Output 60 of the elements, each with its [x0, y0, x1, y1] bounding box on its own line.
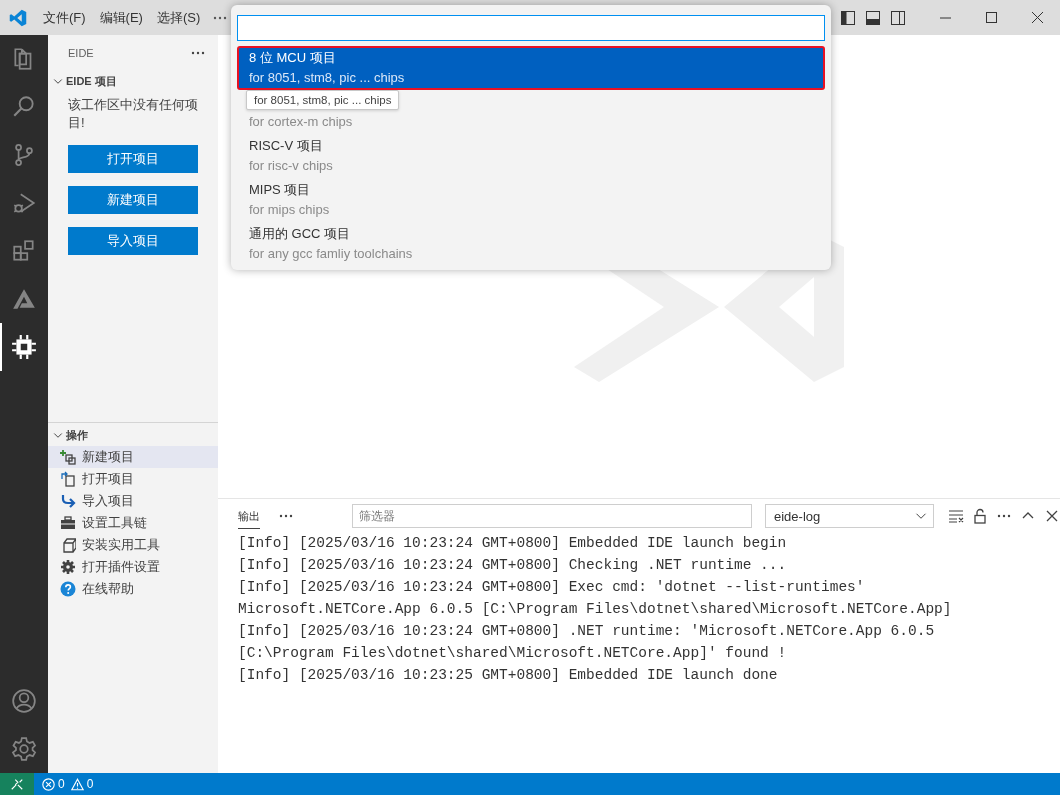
filter-field[interactable]: 筛选器: [352, 504, 752, 528]
open-project-icon: [60, 471, 76, 487]
help-icon: [60, 581, 76, 597]
log-line: [Info] [2025/03/16 10:23:24 GMT+0800] Embedded IDE launch begin: [238, 534, 787, 553]
quick-pick-item[interactable]: RISC-V 项目 for risc-v chips: [237, 134, 825, 178]
project-button[interactable]: 导入项目: [68, 227, 198, 255]
error-icon[interactable]: [42, 777, 55, 791]
channel-select[interactable]: eide-log: [765, 504, 934, 528]
panel-tab[interactable]: 输出: [238, 503, 260, 529]
quick-pick-input[interactable]: [237, 15, 825, 41]
gear-icon: [60, 559, 76, 575]
close-icon[interactable]: [1031, 12, 1043, 23]
action-item[interactable]: 安装实用工具: [48, 534, 218, 556]
menu-item[interactable]: 文件(F): [36, 8, 93, 27]
menu-item[interactable]: 选择(S): [149, 8, 208, 27]
new-project-icon: [60, 449, 76, 465]
project-button[interactable]: 新建项目: [68, 186, 198, 214]
clear-output-icon[interactable]: [948, 508, 964, 524]
section-title[interactable]: 操作: [66, 427, 88, 443]
extensions-icon[interactable]: [11, 238, 37, 264]
log-line: [Info] [2025/03/16 10:23:24 GMT+0800] Checking .NET runtime ...: [238, 556, 787, 575]
split-layout-icon[interactable]: [890, 10, 905, 25]
error-count[interactable]: 0: [58, 777, 65, 791]
warning-icon[interactable]: [70, 777, 84, 791]
quick-pick-item[interactable]: 通用的 GCC 项目 for any gcc famliy toolchains: [237, 222, 825, 266]
lock-icon[interactable]: [972, 508, 988, 524]
action-item[interactable]: 打开插件设置: [48, 556, 218, 578]
action-item[interactable]: 导入项目: [48, 490, 218, 512]
warning-count[interactable]: 0: [86, 777, 94, 791]
import-arrow-icon: [60, 493, 76, 509]
sidebar-toggle-icon[interactable]: [840, 10, 855, 25]
section-title[interactable]: EIDE 项目: [66, 73, 117, 89]
close-icon[interactable]: [1044, 508, 1060, 524]
action-item[interactable]: 新建项目: [48, 446, 218, 468]
box-icon: [60, 537, 76, 553]
log-line: [Info] [2025/03/16 10:23:24 GMT+0800] Exec cmd: 'dotnet --list-runtimes': [238, 578, 865, 597]
log-line: Microsoft.NETCore.App 6.0.5 [C:\Program Files\dotnet\shared\Microsoft.NETCore.App]: [238, 600, 952, 619]
app-logo-icon: [9, 8, 27, 27]
menu-item[interactable]: 编辑(E): [92, 8, 150, 27]
quick-pick-item[interactable]: 8 位 MCU 项目 for 8051, stm8, pic ... chips: [237, 46, 825, 90]
empty-message: 该工作区中没有任何项目!: [67, 96, 199, 132]
action-item[interactable]: 打开项目: [48, 468, 218, 490]
minimize-icon[interactable]: [939, 16, 951, 19]
toolbox-icon: [60, 515, 76, 531]
action-item[interactable]: 在线帮助: [48, 578, 218, 600]
remote-button[interactable]: [0, 773, 34, 795]
action-item[interactable]: 设置工具链: [48, 512, 218, 534]
project-button[interactable]: 打开项目: [68, 145, 198, 173]
quick-pick-item[interactable]: MIPS 项目 for mips chips: [237, 178, 825, 222]
sidebar-title: EIDE: [68, 46, 94, 59]
account-icon[interactable]: [11, 688, 37, 714]
maximize-icon[interactable]: [985, 12, 997, 23]
tooltip: for 8051, stm8, pic ... chips: [246, 90, 400, 110]
remote-icon: [10, 777, 24, 791]
log-line: [Info] [2025/03/16 10:23:24 GMT+0800] .NET runtime: 'Microsoft.NETCore.App 6.0.5: [238, 622, 935, 641]
panel-toggle-icon[interactable]: [865, 10, 880, 25]
log-line: [C:\Program Files\dotnet\shared\Microsoft.NETCore.App]' found !: [238, 644, 787, 663]
log-line: [Info] [2025/03/16 10:23:25 GMT+0800] Embedded IDE launch done: [238, 666, 778, 685]
settings-icon[interactable]: [11, 736, 37, 762]
chip-icon[interactable]: [11, 334, 37, 360]
